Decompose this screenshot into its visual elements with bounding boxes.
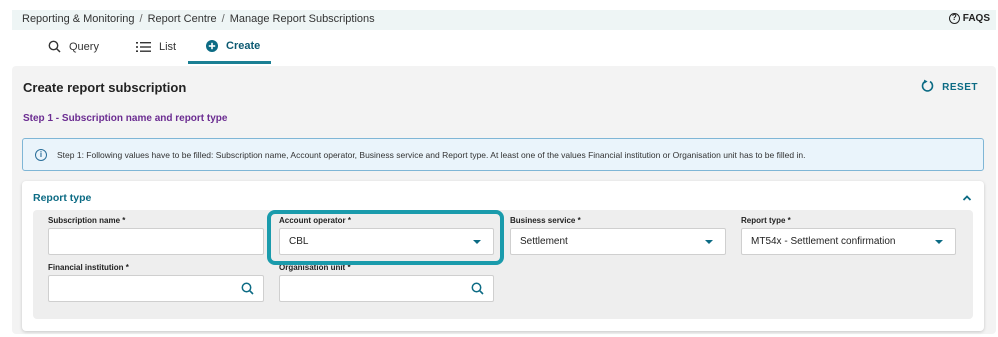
search-icon[interactable] — [241, 282, 254, 298]
breadcrumb-item-reporting[interactable]: Reporting & Monitoring — [22, 13, 135, 25]
search-icon[interactable] — [471, 282, 484, 298]
info-icon: i — [35, 148, 47, 161]
plus-circle-icon — [206, 39, 218, 52]
business-service-label: Business service * — [510, 216, 581, 225]
reset-icon — [921, 79, 934, 95]
report-type-select[interactable]: MT54x - Settlement confirmation — [741, 228, 956, 255]
financial-institution-input[interactable] — [48, 275, 264, 302]
subscription-name-input[interactable] — [48, 228, 264, 255]
faqs-link[interactable]: ? FAQS — [948, 13, 990, 24]
account-operator-highlight — [267, 210, 504, 265]
subscription-name-label: Subscription name * — [48, 216, 126, 225]
info-banner: i Step 1: Following values have to be fi… — [22, 138, 984, 171]
page-title: Create report subscription — [23, 80, 187, 95]
breadcrumb-separator: / — [221, 13, 225, 25]
breadcrumb-item-manage-subscriptions: Manage Report Subscriptions — [229, 13, 375, 25]
top-bar: Reporting & Monitoring / Report Centre / Man… — [12, 10, 996, 30]
business-service-value: Settlement — [520, 236, 568, 247]
reset-label: RESET — [942, 81, 978, 93]
breadcrumb-item-report-centre[interactable]: Report Centre — [148, 13, 217, 25]
breadcrumb-separator: / — [139, 13, 143, 25]
search-icon — [48, 40, 61, 53]
tab-list[interactable]: List — [118, 30, 194, 63]
tab-query-label: Query — [69, 40, 99, 53]
chevron-up-icon[interactable] — [960, 191, 974, 205]
question-circle-icon: ? — [948, 13, 960, 24]
tab-create-label: Create — [226, 39, 261, 52]
chevron-down-icon — [705, 240, 713, 244]
chevron-down-icon — [935, 240, 943, 244]
breadcrumb: Reporting & Monitoring / Report Centre / Man… — [22, 13, 375, 25]
info-text: Step 1: Following values have to be fill… — [57, 149, 806, 160]
financial-institution-label: Financial institution * — [48, 263, 129, 272]
report-type-label: Report type * — [741, 216, 791, 225]
step-title: Step 1 - Subscription name and report ty… — [23, 113, 228, 124]
tab-list-label: List — [159, 40, 177, 53]
report-type-value: MT54x - Settlement confirmation — [751, 236, 896, 247]
tab-query[interactable]: Query — [30, 30, 117, 63]
list-icon — [136, 41, 151, 53]
organisation-unit-input[interactable] — [279, 275, 494, 302]
reset-button[interactable]: RESET — [921, 79, 978, 95]
card-title: Report type — [33, 192, 92, 204]
business-service-select[interactable]: Settlement — [510, 228, 726, 255]
main-panel: Create report subscription RESET Step 1 … — [12, 66, 996, 334]
tab-create[interactable]: Create — [188, 30, 271, 64]
faqs-label: FAQS — [962, 13, 990, 24]
tab-bar: Query List Create — [12, 30, 996, 64]
